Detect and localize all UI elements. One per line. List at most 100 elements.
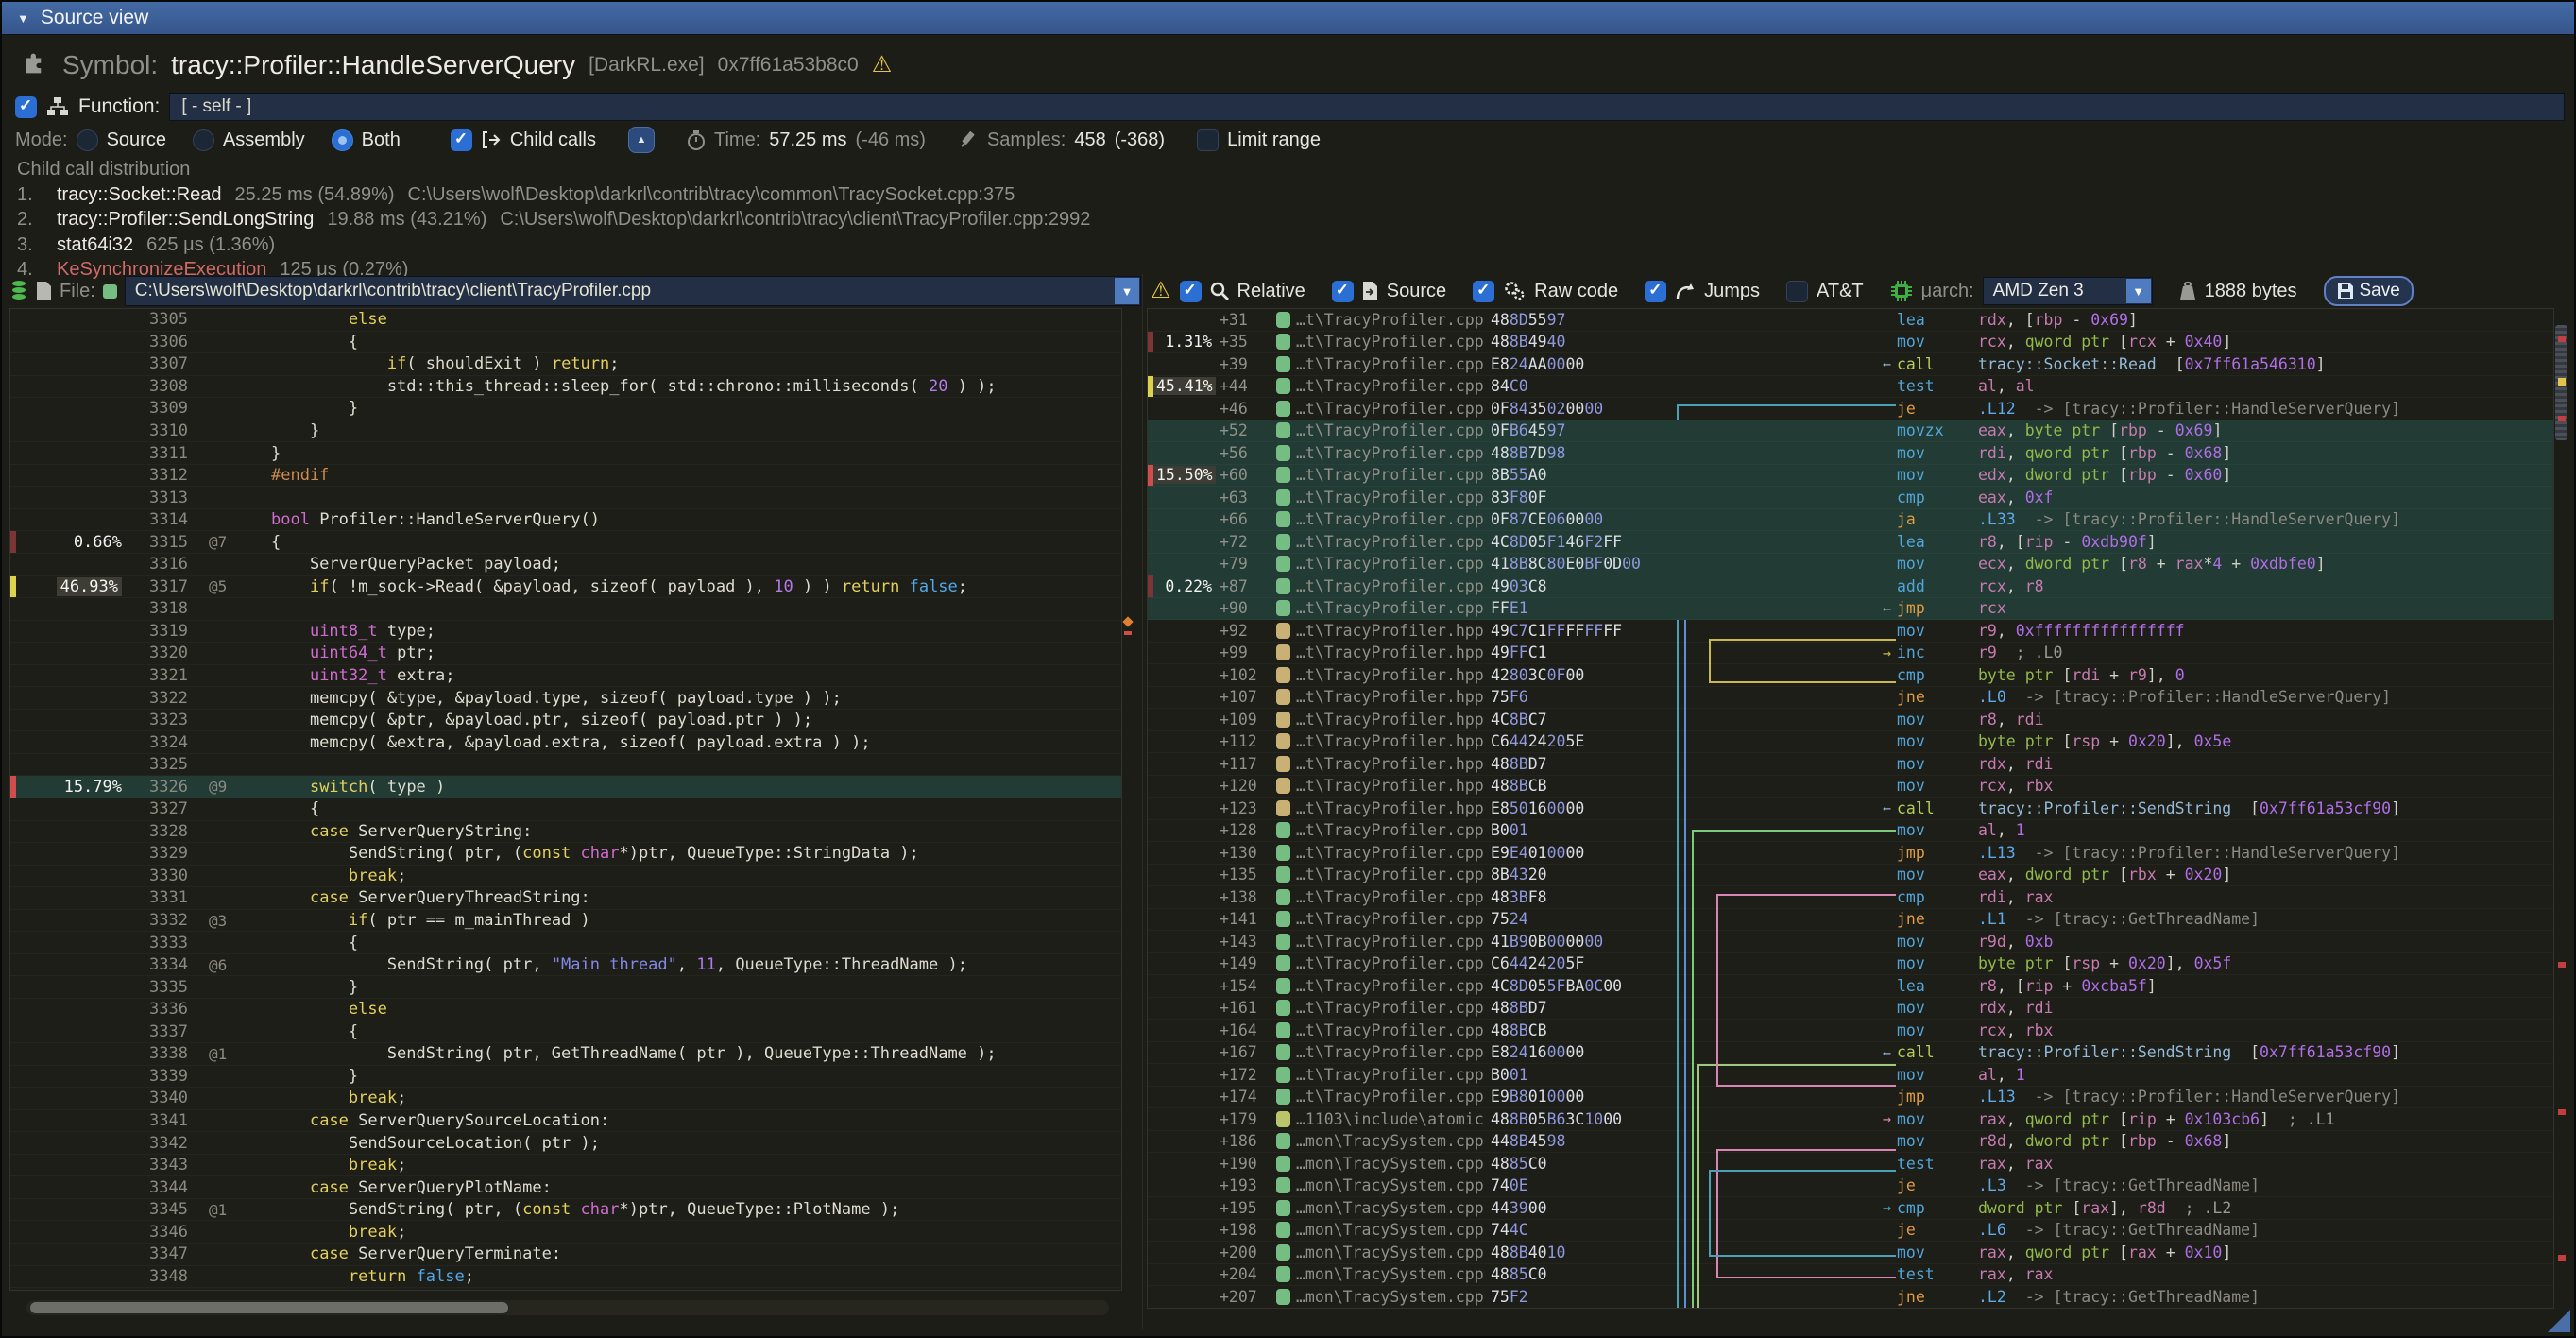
asm-row[interactable]: +39…t\TracyProfiler.cpp:3317E824AA0000←c… (1148, 353, 2553, 376)
asm-row[interactable]: +174…t\TracyProfiler.cpp:3401E9B8010000j… (1148, 1087, 2553, 1109)
asm-row[interactable]: +99…t\TracyProfiler.hpp:67649FFC1→incr9 … (1148, 643, 2553, 665)
pane-divider[interactable] (1142, 274, 1143, 1329)
chevron-down-icon[interactable]: ▼ (1115, 278, 1139, 304)
source-line[interactable]: 3324 memcpy( &extra, &payload.extra, siz… (10, 731, 1121, 754)
symbol-warning-icon[interactable]: ⚠ (872, 54, 893, 77)
asm-row[interactable]: +149…t\TracyProfiler.cpp:3334C64424205Fm… (1148, 953, 2553, 976)
asm-warning-icon[interactable]: ⚠ (1151, 280, 1171, 302)
source-line[interactable]: 3339 } (10, 1066, 1121, 1089)
asm-row[interactable]: +63…t\TracyProfiler.cpp:332683F80Fcmpeax… (1148, 487, 2553, 509)
asm-row[interactable]: 45.41%+44…t\TracyProfiler.cpp:331784C0te… (1148, 376, 2553, 399)
asm-row[interactable]: +135…t\TracyProfiler.cpp:33328B4320movea… (1148, 865, 2553, 887)
source-line[interactable]: 3343 break; (10, 1155, 1121, 1177)
asm-row[interactable]: +161…t\TracyProfiler.cpp:3334488BD7movrd… (1148, 998, 2553, 1021)
asm-row[interactable]: +117…t\TracyProfiler.hpp:676488BD7movrdx… (1148, 753, 2553, 776)
chevron-down-icon[interactable]: ▼ (2126, 279, 2151, 303)
asm-row[interactable]: +164…t\TracyProfiler.cpp:3334488BCBmovrc… (1148, 1020, 2553, 1042)
asm-row[interactable]: +92…t\TracyProfiler.hpp:67649C7C1FFFFFFF… (1148, 620, 2553, 643)
source-line[interactable]: 3313 (10, 487, 1121, 509)
asm-row[interactable]: +154…t\TracyProfiler.cpp:33344C8D055FBA0… (1148, 975, 2553, 998)
window-titlebar[interactable]: ▼ Source view (2, 2, 2574, 35)
asm-row[interactable]: +66…t\TracyProfiler.cpp:33260F87CE060000… (1148, 509, 2553, 532)
asm-row[interactable]: +179…1103\include\atomic:1048488B05B63C1… (1148, 1108, 2553, 1131)
asm-row[interactable]: +209…mon\TracySystem.cpp:258488D35E88610… (1148, 1309, 2553, 1310)
asm-row[interactable]: +195…mon\TracySystem.cpp:199443900→cmpdw… (1148, 1197, 2553, 1220)
source-line[interactable]: 3308 std::this_thread::sleep_for( std::c… (10, 376, 1121, 399)
asm-row[interactable]: +109…t\TracyProfiler.hpp:6764C8BC7movr8,… (1148, 709, 2553, 731)
child-call-item[interactable]: 3.stat64i32625 μs (1.36%) (17, 232, 1090, 258)
resize-grip[interactable] (2548, 1310, 2570, 1332)
source-line[interactable]: 3307 if( shouldExit ) return; (10, 353, 1121, 376)
source-line[interactable]: 3345@1 SendString( ptr, (const char*)ptr… (10, 1199, 1121, 1222)
source-line[interactable]: 3334@6 SendString( ptr, "Main thread", 1… (10, 954, 1121, 977)
source-line[interactable]: 3318 (10, 598, 1121, 621)
file-combo[interactable]: C:\Users\wolf\Desktop\darkrl\contrib\tra… (125, 276, 1141, 306)
source-line[interactable]: 3336 else (10, 999, 1121, 1021)
asm-row[interactable]: +123…t\TracyProfiler.hpp:676E850160000←c… (1148, 798, 2553, 820)
asm-row[interactable]: +186…mon\TracySystem.cpp:197448B4598movr… (1148, 1131, 2553, 1154)
source-line[interactable]: 3311} (10, 442, 1121, 465)
asm-row[interactable]: +190…mon\TracySystem.cpp:1974885C0testra… (1148, 1153, 2553, 1175)
att-checkbox[interactable] (1786, 281, 1808, 302)
source-line[interactable]: 15.79%3326@9 switch( type ) (10, 776, 1121, 798)
child-call-item[interactable]: 2.tracy::Profiler::SendLongString19.88 m… (17, 207, 1090, 232)
source-line[interactable]: 3329 SendString( ptr, (const char*)ptr, … (10, 843, 1121, 866)
source-horizontal-scrollbar[interactable] (26, 1300, 1109, 1315)
source-code-pane[interactable]: 3305 else3306 {3307 if( shouldExit ) ret… (9, 308, 1122, 1291)
source-checkbox[interactable] (1332, 281, 1354, 302)
source-line[interactable]: 3338@1 SendString( ptr, GetThreadName( p… (10, 1043, 1121, 1066)
limit-range-checkbox[interactable] (1197, 129, 1219, 151)
source-line[interactable]: 3321 uint32_t extra; (10, 665, 1121, 688)
asm-row[interactable]: +72…t\TracyProfiler.cpp:33264C8D05F146F2… (1148, 531, 2553, 554)
asm-row[interactable]: +167…t\TracyProfiler.cpp:3334E824160000←… (1148, 1042, 2553, 1065)
source-line[interactable]: 3319 uint8_t type; (10, 621, 1121, 643)
source-line[interactable]: 3341 case ServerQuerySourceLocation: (10, 1110, 1121, 1133)
assembly-pane[interactable]: +31…t\TracyProfiler.cpp:3317488D5597lear… (1147, 308, 2554, 1309)
asm-row[interactable]: +207…mon\TracySystem.cpp:20375F2jne.L2 -… (1148, 1286, 2553, 1309)
source-line[interactable]: 3348 return false; (10, 1266, 1121, 1289)
source-line[interactable]: 3342 SendSourceLocation( ptr ); (10, 1132, 1121, 1155)
source-line[interactable]: 3347 case ServerQueryTerminate: (10, 1244, 1121, 1266)
asm-row[interactable]: +107…t\TracyProfiler.hpp:67675F6jne.L0 -… (1148, 687, 2553, 710)
asm-row[interactable]: 1.31%+35…t\TracyProfiler.cpp:3317488B494… (1148, 332, 2553, 354)
asm-row[interactable]: +102…t\TracyProfiler.hpp:67642803C0F00cm… (1148, 664, 2553, 687)
asm-row[interactable]: 15.50%+60…t\TracyProfiler.cpp:33268B55A0… (1148, 465, 2553, 488)
source-vertical-scrollbar[interactable] (1122, 308, 1134, 1289)
asm-row[interactable]: +120…t\TracyProfiler.hpp:676488BCBmovrcx… (1148, 776, 2553, 798)
relative-checkbox[interactable] (1180, 281, 1202, 302)
source-line[interactable]: 3333 { (10, 932, 1121, 954)
source-line[interactable]: 3309 } (10, 398, 1121, 420)
asm-row[interactable]: +130…t\TracyProfiler.cpp:3401E9E4010000j… (1148, 842, 2553, 865)
asm-row[interactable]: 0.22%+87…t\TracyProfiler.cpp:33264903C8a… (1148, 575, 2553, 598)
asm-row[interactable]: +138…t\TracyProfiler.cpp:3332483BF8cmprd… (1148, 886, 2553, 909)
source-line[interactable]: 3330 break; (10, 866, 1121, 888)
asm-row[interactable]: +128…t\TracyProfiler.cpp:3401B001moval, … (1148, 820, 2553, 843)
mode-radio-both[interactable] (332, 129, 353, 151)
source-line[interactable]: 3344 case ServerQueryPlotName: (10, 1176, 1121, 1199)
source-line[interactable]: 3349 case ServerQueryCallstackFrame: (10, 1288, 1121, 1291)
source-line[interactable]: 3320 uint64_t ptr; (10, 643, 1121, 665)
source-line[interactable]: 3316 ServerQueryPacket payload; (10, 554, 1121, 576)
source-line[interactable]: 3305 else (10, 309, 1121, 332)
source-line[interactable]: 3335 } (10, 976, 1121, 999)
asm-row[interactable]: +198…mon\TracySystem.cpp:199744Cje.L6 ->… (1148, 1220, 2553, 1243)
source-line[interactable]: 3314bool Profiler::HandleServerQuery() (10, 509, 1121, 532)
source-line[interactable]: 3340 break; (10, 1088, 1121, 1110)
asm-row[interactable]: +90…t\TracyProfiler.cpp:3326FFE1←jmprcx (1148, 598, 2553, 621)
jumps-checkbox[interactable] (1645, 281, 1666, 302)
asm-row[interactable]: +52…t\TracyProfiler.cpp:33260FB64597movz… (1148, 420, 2553, 443)
asm-row[interactable]: +31…t\TracyProfiler.cpp:3317488D5597lear… (1148, 309, 2553, 332)
source-line[interactable]: 3332@3 if( ptr == m_mainThread ) (10, 910, 1121, 933)
asm-row[interactable]: +204…mon\TracySystem.cpp:2034885C0testra… (1148, 1264, 2553, 1287)
mode-radio-source[interactable] (77, 129, 98, 151)
source-line[interactable]: 46.93%3317@5 if( !m_sock->Read( &payload… (10, 576, 1121, 599)
source-line[interactable]: 3323 memcpy( &ptr, &payload.ptr, sizeof(… (10, 710, 1121, 732)
scrollbar-thumb[interactable] (30, 1302, 508, 1313)
asm-row[interactable]: +46…t\TracyProfiler.cpp:33170F8435020000… (1148, 398, 2553, 420)
asm-row[interactable]: +141…t\TracyProfiler.cpp:33327524jne.L1 … (1148, 909, 2553, 932)
assembly-vertical-scrollbar[interactable] (2554, 310, 2569, 1305)
march-combo[interactable]: AMD Zen 3 ▼ (1983, 277, 2153, 305)
asm-row[interactable]: +56…t\TracyProfiler.cpp:3326488B7D98movr… (1148, 442, 2553, 465)
child-call-item[interactable]: 1.tracy::Socket::Read25.25 ms (54.89%)C:… (17, 182, 1090, 208)
source-line[interactable]: 3346 break; (10, 1221, 1121, 1244)
